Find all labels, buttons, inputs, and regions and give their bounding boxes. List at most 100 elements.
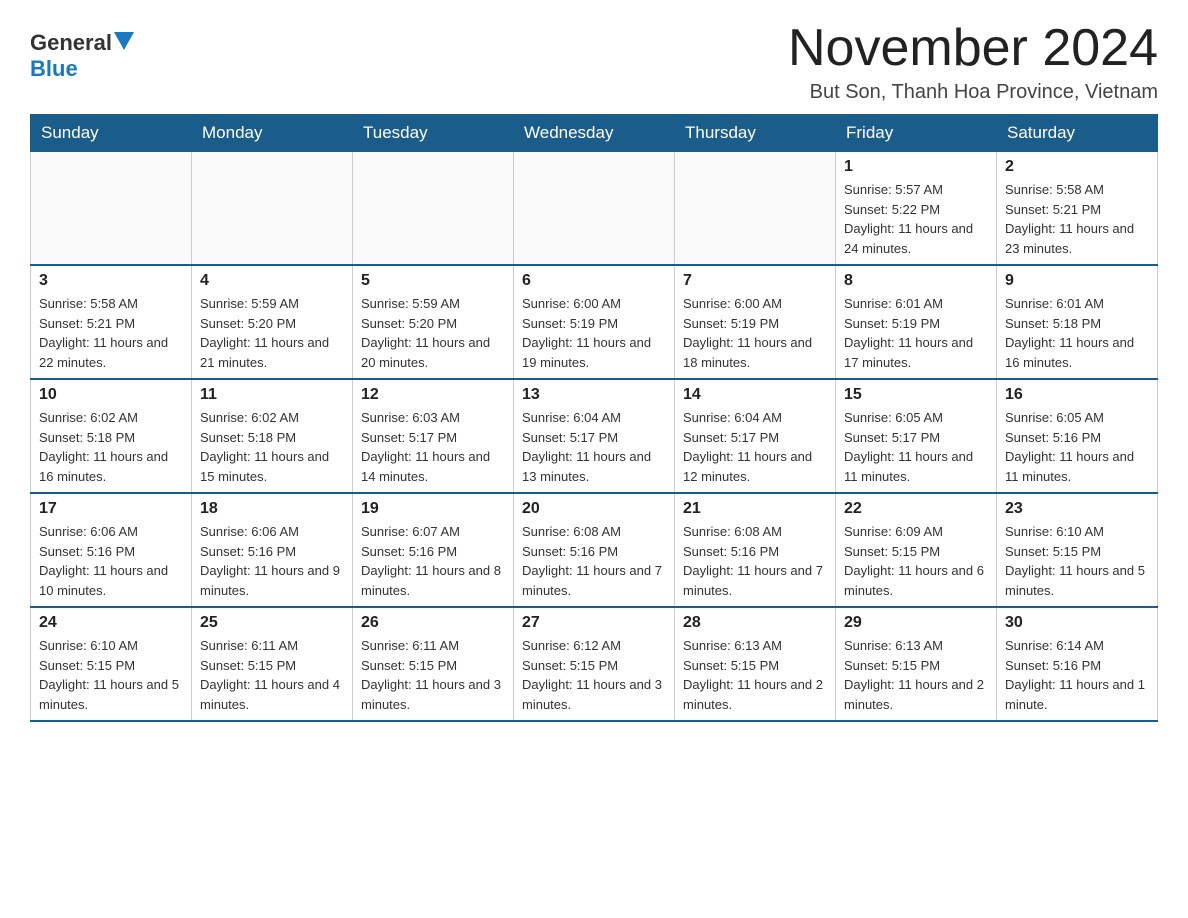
- calendar-cell: 17 Sunrise: 6:06 AM Sunset: 5:16 PM Dayli…: [31, 493, 192, 607]
- calendar-cell: [675, 152, 836, 266]
- day-number: 14: [683, 386, 827, 404]
- day-info: Sunrise: 6:07 AM Sunset: 5:16 PM Dayligh…: [361, 522, 505, 600]
- day-number: 12: [361, 386, 505, 404]
- day-number: 10: [39, 386, 183, 404]
- logo-triangle-icon: [114, 32, 134, 50]
- day-info: Sunrise: 6:00 AM Sunset: 5:19 PM Dayligh…: [522, 294, 666, 372]
- day-info: Sunrise: 5:58 AM Sunset: 5:21 PM Dayligh…: [1005, 180, 1149, 258]
- month-title: November 2024: [788, 20, 1158, 77]
- day-number: 24: [39, 614, 183, 632]
- day-number: 21: [683, 500, 827, 518]
- day-info: Sunrise: 5:59 AM Sunset: 5:20 PM Dayligh…: [200, 294, 344, 372]
- day-info: Sunrise: 6:00 AM Sunset: 5:19 PM Dayligh…: [683, 294, 827, 372]
- logo-general-text: General: [30, 30, 112, 56]
- day-info: Sunrise: 6:01 AM Sunset: 5:18 PM Dayligh…: [1005, 294, 1149, 372]
- day-number: 16: [1005, 386, 1149, 404]
- day-info: Sunrise: 6:13 AM Sunset: 5:15 PM Dayligh…: [844, 636, 988, 714]
- day-number: 27: [522, 614, 666, 632]
- day-info: Sunrise: 6:11 AM Sunset: 5:15 PM Dayligh…: [200, 636, 344, 714]
- calendar-cell: 29 Sunrise: 6:13 AM Sunset: 5:15 PM Dayli…: [836, 607, 997, 721]
- day-info: Sunrise: 6:04 AM Sunset: 5:17 PM Dayligh…: [522, 408, 666, 486]
- calendar-header-row: SundayMondayTuesdayWednesdayThursdayFrid…: [31, 115, 1158, 152]
- calendar-header-saturday: Saturday: [997, 115, 1158, 152]
- calendar-cell: 11Sunrise: 6:02 AM Sunset: 5:18 PM Dayli…: [192, 379, 353, 493]
- calendar-cell: 5 Sunrise: 5:59 AM Sunset: 5:20 PM Daylig…: [353, 265, 514, 379]
- day-number: 2: [1005, 158, 1149, 176]
- day-number: 13: [522, 386, 666, 404]
- calendar-header-thursday: Thursday: [675, 115, 836, 152]
- calendar-cell: 23Sunrise: 6:10 AM Sunset: 5:15 PM Dayli…: [997, 493, 1158, 607]
- calendar-cell: [514, 152, 675, 266]
- day-info: Sunrise: 6:05 AM Sunset: 5:17 PM Dayligh…: [844, 408, 988, 486]
- day-number: 17: [39, 500, 183, 518]
- calendar-cell: 24 Sunrise: 6:10 AM Sunset: 5:15 PM Dayli…: [31, 607, 192, 721]
- logo: General Blue: [30, 20, 134, 82]
- day-number: 19: [361, 500, 505, 518]
- calendar-cell: 19 Sunrise: 6:07 AM Sunset: 5:16 PM Dayli…: [353, 493, 514, 607]
- day-number: 7: [683, 272, 827, 290]
- calendar-cell: 21Sunrise: 6:08 AM Sunset: 5:16 PM Dayli…: [675, 493, 836, 607]
- day-number: 5: [361, 272, 505, 290]
- calendar-cell: 8 Sunrise: 6:01 AM Sunset: 5:19 PM Daylig…: [836, 265, 997, 379]
- calendar-cell: 10 Sunrise: 6:02 AM Sunset: 5:18 PM Dayli…: [31, 379, 192, 493]
- title-section: November 2024 But Son, Thanh Hoa Provinc…: [788, 20, 1158, 104]
- calendar-cell: 20 Sunrise: 6:08 AM Sunset: 5:16 PM Dayli…: [514, 493, 675, 607]
- calendar-header-tuesday: Tuesday: [353, 115, 514, 152]
- calendar-cell: [31, 152, 192, 266]
- calendar-cell: 27 Sunrise: 6:12 AM Sunset: 5:15 PM Dayli…: [514, 607, 675, 721]
- day-info: Sunrise: 6:14 AM Sunset: 5:16 PM Dayligh…: [1005, 636, 1149, 714]
- calendar-cell: [353, 152, 514, 266]
- day-info: Sunrise: 6:01 AM Sunset: 5:19 PM Dayligh…: [844, 294, 988, 372]
- day-info: Sunrise: 6:11 AM Sunset: 5:15 PM Dayligh…: [361, 636, 505, 714]
- day-number: 18: [200, 500, 344, 518]
- day-info: Sunrise: 6:05 AM Sunset: 5:16 PM Dayligh…: [1005, 408, 1149, 486]
- calendar-week-row: 17 Sunrise: 6:06 AM Sunset: 5:16 PM Dayli…: [31, 493, 1158, 607]
- calendar-week-row: 1 Sunrise: 5:57 AM Sunset: 5:22 PM Daylig…: [31, 152, 1158, 266]
- calendar-cell: 18 Sunrise: 6:06 AM Sunset: 5:16 PM Dayli…: [192, 493, 353, 607]
- day-number: 26: [361, 614, 505, 632]
- day-info: Sunrise: 6:12 AM Sunset: 5:15 PM Dayligh…: [522, 636, 666, 714]
- day-info: Sunrise: 6:08 AM Sunset: 5:16 PM Dayligh…: [522, 522, 666, 600]
- calendar-cell: [192, 152, 353, 266]
- day-number: 20: [522, 500, 666, 518]
- calendar-cell: 6 Sunrise: 6:00 AM Sunset: 5:19 PM Daylig…: [514, 265, 675, 379]
- calendar-cell: 22Sunrise: 6:09 AM Sunset: 5:15 PM Dayli…: [836, 493, 997, 607]
- day-number: 25: [200, 614, 344, 632]
- day-number: 29: [844, 614, 988, 632]
- calendar-header-wednesday: Wednesday: [514, 115, 675, 152]
- calendar-cell: 3Sunrise: 5:58 AM Sunset: 5:21 PM Daylig…: [31, 265, 192, 379]
- day-info: Sunrise: 5:58 AM Sunset: 5:21 PM Dayligh…: [39, 294, 183, 372]
- day-info: Sunrise: 6:09 AM Sunset: 5:15 PM Dayligh…: [844, 522, 988, 600]
- day-number: 28: [683, 614, 827, 632]
- calendar-cell: 16 Sunrise: 6:05 AM Sunset: 5:16 PM Dayli…: [997, 379, 1158, 493]
- day-info: Sunrise: 6:10 AM Sunset: 5:15 PM Dayligh…: [39, 636, 183, 714]
- calendar-header-monday: Monday: [192, 115, 353, 152]
- calendar-cell: 1 Sunrise: 5:57 AM Sunset: 5:22 PM Daylig…: [836, 152, 997, 266]
- calendar-cell: 2 Sunrise: 5:58 AM Sunset: 5:21 PM Daylig…: [997, 152, 1158, 266]
- day-info: Sunrise: 5:59 AM Sunset: 5:20 PM Dayligh…: [361, 294, 505, 372]
- day-number: 1: [844, 158, 988, 176]
- day-info: Sunrise: 6:06 AM Sunset: 5:16 PM Dayligh…: [39, 522, 183, 600]
- calendar-cell: 28Sunrise: 6:13 AM Sunset: 5:15 PM Dayli…: [675, 607, 836, 721]
- calendar-week-row: 24 Sunrise: 6:10 AM Sunset: 5:15 PM Dayli…: [31, 607, 1158, 721]
- calendar-cell: 9 Sunrise: 6:01 AM Sunset: 5:18 PM Daylig…: [997, 265, 1158, 379]
- logo-blue-text: Blue: [30, 56, 78, 81]
- day-info: Sunrise: 6:02 AM Sunset: 5:18 PM Dayligh…: [39, 408, 183, 486]
- day-info: Sunrise: 5:57 AM Sunset: 5:22 PM Dayligh…: [844, 180, 988, 258]
- day-info: Sunrise: 6:02 AM Sunset: 5:18 PM Dayligh…: [200, 408, 344, 486]
- day-number: 8: [844, 272, 988, 290]
- calendar-cell: 15Sunrise: 6:05 AM Sunset: 5:17 PM Dayli…: [836, 379, 997, 493]
- day-info: Sunrise: 6:04 AM Sunset: 5:17 PM Dayligh…: [683, 408, 827, 486]
- day-number: 30: [1005, 614, 1149, 632]
- calendar-cell: 4Sunrise: 5:59 AM Sunset: 5:20 PM Daylig…: [192, 265, 353, 379]
- day-info: Sunrise: 6:03 AM Sunset: 5:17 PM Dayligh…: [361, 408, 505, 486]
- calendar-cell: 30 Sunrise: 6:14 AM Sunset: 5:16 PM Dayli…: [997, 607, 1158, 721]
- day-number: 6: [522, 272, 666, 290]
- day-number: 9: [1005, 272, 1149, 290]
- calendar-header-sunday: Sunday: [31, 115, 192, 152]
- calendar-header-friday: Friday: [836, 115, 997, 152]
- day-number: 23: [1005, 500, 1149, 518]
- calendar-cell: 13 Sunrise: 6:04 AM Sunset: 5:17 PM Dayli…: [514, 379, 675, 493]
- day-info: Sunrise: 6:06 AM Sunset: 5:16 PM Dayligh…: [200, 522, 344, 600]
- calendar-cell: 12 Sunrise: 6:03 AM Sunset: 5:17 PM Dayli…: [353, 379, 514, 493]
